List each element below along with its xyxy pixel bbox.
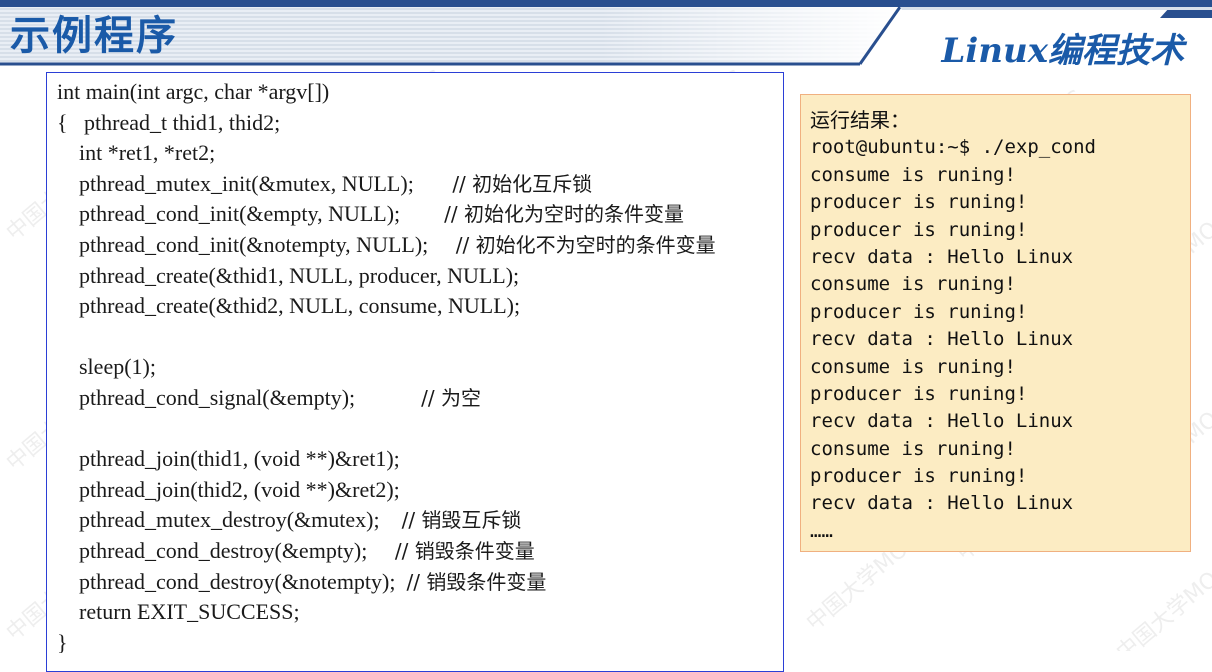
code-text: pthread_join(thid1, (void **)&ret1); bbox=[57, 446, 400, 472]
run-result-output: 运行结果： root@ubuntu:~$ ./exp_condconsume i… bbox=[810, 107, 1096, 545]
result-line: producer is runing! bbox=[810, 465, 1028, 488]
code-text: pthread_cond_signal(&empty); bbox=[57, 384, 422, 410]
course-brand: Linux编程技术 bbox=[941, 31, 1184, 71]
result-line: consume is runing! bbox=[810, 163, 1016, 186]
result-line: consume is runing! bbox=[810, 273, 1016, 296]
result-line: producer is runing! bbox=[810, 382, 1028, 405]
result-line: recv data : Hello Linux bbox=[810, 328, 1074, 351]
code-text: pthread_mutex_destroy(&mutex); bbox=[57, 507, 402, 533]
result-line: recv data : Hello Linux bbox=[810, 410, 1074, 433]
result-line: recv data : Hello Linux bbox=[810, 492, 1074, 515]
code-line: pthread_cond_init(&empty, NULL); // 初始化为… bbox=[57, 199, 716, 230]
code-line: pthread_mutex_init(&mutex, NULL); // 初始化… bbox=[57, 169, 716, 200]
result-line: …… bbox=[810, 519, 833, 542]
code-comment: // 销毁条件变量 bbox=[406, 569, 547, 594]
code-comment: // 初始化不为空时的条件变量 bbox=[455, 232, 716, 257]
code-comment: // 初始化互斥锁 bbox=[452, 171, 593, 196]
code-text: pthread_create(&thid1, NULL, producer, N… bbox=[57, 262, 520, 288]
result-line: producer is runing! bbox=[810, 218, 1028, 241]
code-text: pthread_cond_destroy(&empty); bbox=[57, 537, 395, 563]
slide-header: 示例程序 Linux编程技术 bbox=[0, 0, 1212, 71]
run-result-heading: 运行结果： bbox=[810, 108, 910, 132]
code-line: pthread_cond_destroy(&empty); // 销毁条件变量 bbox=[57, 536, 716, 567]
code-listing: int main(int argc, char *argv[]) { pthrea… bbox=[57, 77, 716, 658]
code-text: pthread_create(&thid2, NULL, consume, NU… bbox=[57, 293, 521, 319]
code-text: { pthread_t thid1, thid2; bbox=[57, 109, 281, 135]
result-line: producer is runing! bbox=[810, 191, 1028, 214]
result-line: consume is runing! bbox=[810, 355, 1016, 378]
result-line: recv data : Hello Linux bbox=[810, 245, 1074, 268]
code-line: return EXIT_SUCCESS; bbox=[57, 597, 716, 628]
code-text: int main(int argc, char *argv[]) bbox=[57, 79, 330, 104]
code-line: pthread_cond_signal(&empty); // 为空 bbox=[57, 383, 716, 414]
slide-title: 示例程序 bbox=[10, 13, 178, 59]
code-line: pthread_cond_destroy(&notempty); // 销毁条件… bbox=[57, 567, 716, 598]
run-result-box: 运行结果： root@ubuntu:~$ ./exp_condconsume i… bbox=[800, 94, 1191, 552]
result-line: root@ubuntu:~$ ./exp_cond bbox=[810, 136, 1096, 159]
code-listing-box: int main(int argc, char *argv[]) { pthrea… bbox=[46, 72, 784, 672]
code-comment: // 销毁条件变量 bbox=[394, 538, 535, 563]
result-line: consume is runing! bbox=[810, 437, 1016, 460]
code-text: pthread_cond_init(&empty, NULL); bbox=[57, 201, 445, 227]
code-text: pthread_cond_init(&notempty, NULL); bbox=[57, 231, 456, 257]
code-comment: // 初始化为空时的条件变量 bbox=[444, 202, 685, 227]
code-text: pthread_cond_destroy(&notempty); bbox=[57, 568, 407, 594]
code-text: pthread_join(thid2, (void **)&ret2); bbox=[57, 476, 400, 502]
code-text: int *ret1, *ret2; bbox=[57, 140, 216, 166]
code-line: pthread_join(thid1, (void **)&ret1); bbox=[57, 444, 716, 475]
code-line: sleep(1); bbox=[57, 352, 716, 383]
code-line: pthread_create(&thid1, NULL, producer, N… bbox=[57, 261, 716, 292]
code-comment: // 销毁互斥锁 bbox=[401, 508, 522, 533]
code-text: pthread_mutex_init(&mutex, NULL); bbox=[57, 170, 453, 196]
code-text: return EXIT_SUCCESS; bbox=[57, 599, 300, 625]
code-line: { pthread_t thid1, thid2; bbox=[57, 108, 716, 139]
code-line: pthread_cond_init(&notempty, NULL); // 初… bbox=[57, 230, 716, 261]
result-line: producer is runing! bbox=[810, 300, 1028, 323]
code-line: int *ret1, *ret2; bbox=[57, 138, 716, 169]
code-line: } bbox=[57, 628, 716, 659]
code-line: int main(int argc, char *argv[]) bbox=[57, 77, 716, 108]
code-line: pthread_join(thid2, (void **)&ret2); bbox=[57, 475, 716, 506]
code-line: pthread_mutex_destroy(&mutex); // 销毁互斥锁 bbox=[57, 505, 716, 536]
code-line: pthread_create(&thid2, NULL, consume, NU… bbox=[57, 291, 716, 322]
watermark: 中国大学MOOC bbox=[1111, 545, 1212, 651]
code-comment: // 为空 bbox=[421, 385, 481, 410]
code-text: sleep(1); bbox=[57, 354, 156, 380]
